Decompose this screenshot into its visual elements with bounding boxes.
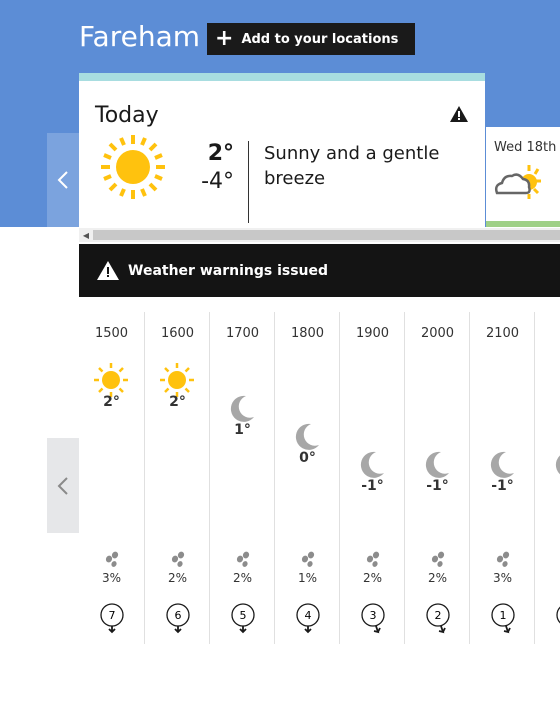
rain-chance: 3%: [492, 571, 513, 585]
moon-icon: [419, 446, 455, 482]
wind-speed-icon: 4: [275, 602, 340, 640]
moon-icon: [289, 418, 325, 454]
wind-speed-value: 2: [434, 609, 441, 622]
next-day-card[interactable]: Wed 18th: [486, 127, 560, 227]
scroll-left-icon[interactable]: ◀: [79, 228, 93, 242]
hour-temperature: -1°: [361, 478, 384, 494]
raindrops-icon: [79, 551, 144, 571]
wind-speed-value: 1: [499, 609, 506, 622]
hour-time: 2000: [420, 326, 455, 341]
moon-icon: [354, 446, 390, 482]
rain-chance: 2%: [427, 571, 448, 585]
sun-icon: [159, 362, 195, 398]
warning-triangle-icon: [97, 261, 119, 280]
hourly-prev-button[interactable]: [47, 438, 79, 533]
wind-speed-icon: 6: [145, 602, 210, 640]
rain-chance: 2%: [232, 571, 253, 585]
hour-temperature: -1°: [426, 478, 449, 494]
raindrops-icon: [470, 551, 535, 571]
hour-column[interactable]: 1500 2° 3% 7: [79, 312, 144, 644]
rain-chance: 2%: [167, 571, 188, 585]
hour-time: 1800: [290, 326, 325, 341]
forecast-prev-day-button[interactable]: [47, 133, 79, 227]
chevron-left-icon: [57, 171, 68, 189]
hour-temperature: 1°: [234, 422, 251, 438]
wind-speed-value: 6: [174, 609, 181, 622]
hour-column[interactable]: 1700 1° 2% 5: [209, 312, 274, 644]
raindrops-icon: [535, 551, 560, 571]
warning-triangle-icon: [449, 105, 469, 127]
raindrops-icon: [275, 551, 340, 571]
raindrops-icon: [145, 551, 210, 571]
rain-chance: 2%: [362, 571, 383, 585]
plus-icon: +: [215, 26, 234, 51]
wind-speed-icon: 5: [210, 602, 275, 640]
sunny-intervals-icon: [493, 163, 543, 207]
add-to-locations-label: Add to your locations: [241, 31, 399, 47]
today-high-temp: 2°: [207, 141, 234, 166]
wind-speed-icon: 1: [470, 602, 535, 640]
today-title: Today: [95, 103, 159, 128]
hour-column[interactable]: 2000 -1° 2% 2: [404, 312, 469, 644]
weather-warnings-banner[interactable]: Weather warnings issued: [79, 244, 560, 297]
moon-icon: [549, 446, 560, 482]
rain-chance: 3%: [101, 571, 122, 585]
raindrops-icon: [210, 551, 275, 571]
hour-column[interactable]: 22 - 2: [534, 312, 560, 644]
chevron-left-icon: [57, 476, 68, 495]
day-scrollbar[interactable]: ◀: [79, 228, 560, 242]
raindrops-icon: [340, 551, 405, 571]
add-to-locations-button[interactable]: + Add to your locations: [207, 23, 415, 55]
hour-temperature: 2°: [169, 394, 186, 410]
sun-icon: [93, 362, 129, 398]
hour-temperature: -1°: [491, 478, 514, 494]
hour-time: 1600: [160, 326, 195, 341]
scroll-thumb[interactable]: [93, 230, 560, 240]
sun-icon: [99, 133, 167, 205]
wind-speed-icon: 3: [340, 602, 405, 640]
wind-speed-icon: [535, 602, 560, 640]
hour-time: 1500: [94, 326, 129, 341]
location-title: Fareham: [79, 20, 200, 53]
next-day-label: Wed 18th: [494, 140, 557, 155]
rain-chance: 2: [535, 571, 560, 585]
hour-time: 1700: [225, 326, 260, 341]
moon-icon: [484, 446, 520, 482]
hour-column[interactable]: 2100 -1° 3% 1: [469, 312, 534, 644]
hourly-forecast: 1500 2° 3% 7 1600 2° 2% 6 1700 1° 2% 5 1800 0° 1% 4 1900…: [79, 312, 560, 644]
hour-temperature: 0°: [299, 450, 316, 466]
moon-icon: [224, 390, 260, 426]
wind-speed-icon: 2: [405, 602, 470, 640]
divider: [248, 141, 249, 223]
hour-time: 22: [535, 326, 560, 341]
hour-temperature: -: [535, 478, 560, 494]
today-description: Sunny and a gentle breeze: [264, 143, 440, 189]
hour-time: 2100: [485, 326, 520, 341]
wind-speed-value: 3: [369, 609, 376, 622]
wind-speed-value: 7: [108, 609, 115, 622]
hour-time: 1900: [355, 326, 390, 341]
wind-speed-icon: 7: [79, 602, 144, 640]
rain-chance: 1%: [297, 571, 318, 585]
today-card[interactable]: Today 2° -4° Sunny and a gentle breeze: [79, 73, 485, 227]
hour-column[interactable]: 1900 -1° 2% 3: [339, 312, 404, 644]
weather-warnings-label: Weather warnings issued: [128, 262, 329, 279]
wind-speed-value: 5: [239, 609, 246, 622]
today-low-temp: -4°: [201, 169, 234, 194]
hour-column[interactable]: 1600 2° 2% 6: [144, 312, 209, 644]
raindrops-icon: [405, 551, 470, 571]
hour-temperature: 2°: [103, 394, 120, 410]
hour-column[interactable]: 1800 0° 1% 4: [274, 312, 339, 644]
wind-speed-value: 4: [304, 609, 311, 622]
